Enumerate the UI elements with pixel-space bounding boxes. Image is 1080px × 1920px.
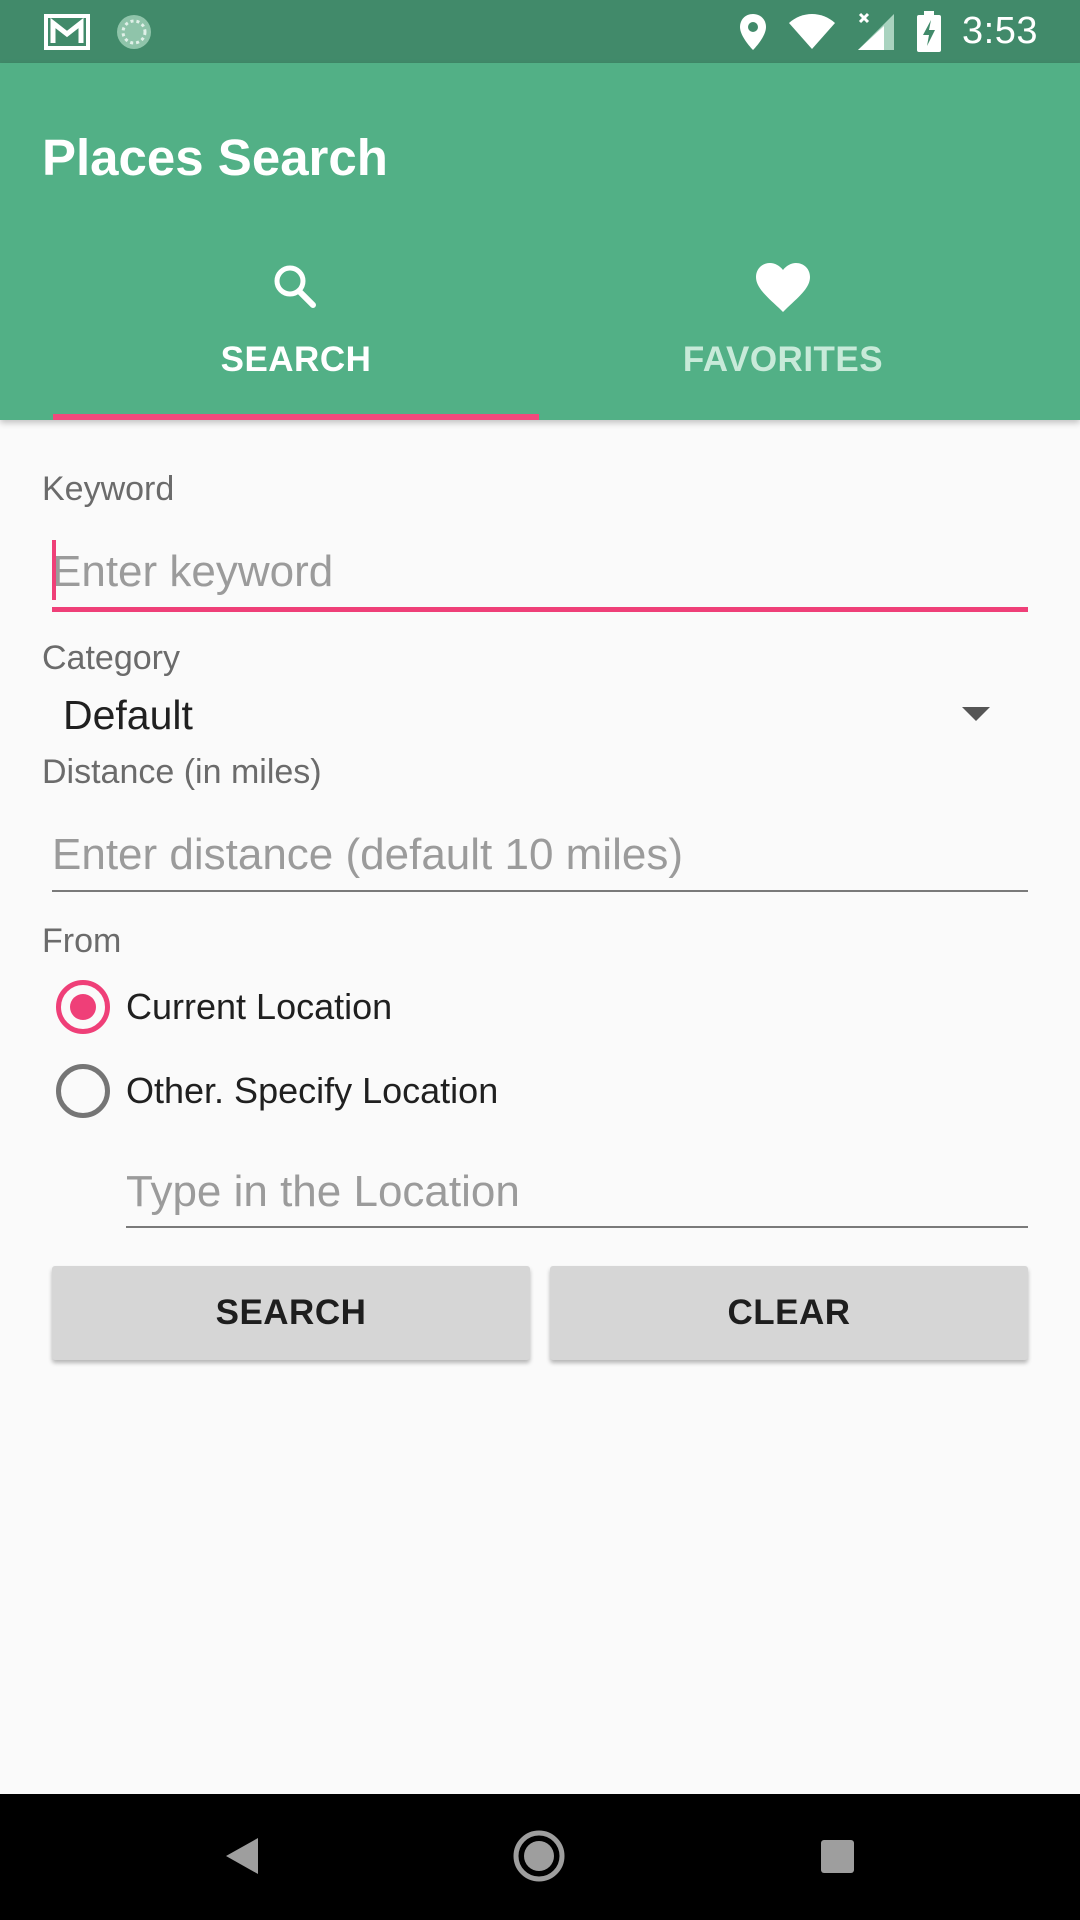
tab-indicator: [53, 414, 539, 420]
radio-other-location[interactable]: Other. Specify Location: [56, 1061, 498, 1121]
wifi-icon: [789, 13, 836, 49]
clock: 3:53: [962, 10, 1038, 52]
screen: 3:53 Places Search SEARCH FAVORITES Keyw…: [0, 0, 1080, 1920]
text-cursor: [52, 540, 56, 600]
radio-button-checked[interactable]: [56, 980, 110, 1034]
category-label: Category: [42, 639, 180, 677]
category-dropdown[interactable]: Default: [63, 685, 993, 745]
signal-icon: [858, 12, 895, 50]
status-bar: 3:53: [0, 0, 1080, 63]
radio-current-location[interactable]: Current Location: [56, 977, 392, 1037]
tab-favorites[interactable]: FAVORITES: [540, 258, 1026, 420]
search-icon: [274, 265, 316, 308]
radio-other-location-label: Other. Specify Location: [126, 1070, 499, 1111]
sync-icon: [117, 15, 151, 49]
app-bar: Places Search SEARCH FAVORITES: [0, 63, 1080, 420]
location-underline: [126, 1226, 1028, 1228]
heart-icon: [756, 263, 810, 312]
tab-search-label: SEARCH: [220, 340, 372, 379]
tab-search[interactable]: SEARCH: [53, 258, 539, 420]
distance-label: Distance (in miles): [42, 753, 322, 791]
chevron-down-icon[interactable]: [962, 707, 990, 721]
distance-input[interactable]: Enter distance (default 10 miles): [52, 815, 1028, 895]
clear-button[interactable]: CLEAR: [550, 1266, 1028, 1360]
home-icon[interactable]: [509, 1826, 569, 1886]
page-title: Places Search: [42, 129, 388, 186]
keyword-input[interactable]: Enter keyword: [52, 532, 1028, 612]
recents-icon[interactable]: [816, 1826, 860, 1886]
location-input[interactable]: Type in the Location: [126, 1152, 1028, 1232]
radio-current-location-label: Current Location: [126, 986, 393, 1027]
from-label: From: [42, 922, 122, 960]
back-icon[interactable]: [218, 1826, 264, 1886]
radio-button-unchecked[interactable]: [56, 1064, 110, 1118]
keyword-label: Keyword: [42, 470, 175, 508]
battery-charging-icon: [917, 10, 942, 52]
navigation-bar: [0, 1794, 1080, 1920]
distance-underline: [52, 890, 1028, 892]
location-icon: [740, 13, 767, 50]
search-button[interactable]: SEARCH: [52, 1266, 530, 1360]
tab-favorites-label: FAVORITES: [682, 340, 884, 379]
keyword-underline: [52, 607, 1028, 612]
gmail-icon: [44, 14, 90, 50]
